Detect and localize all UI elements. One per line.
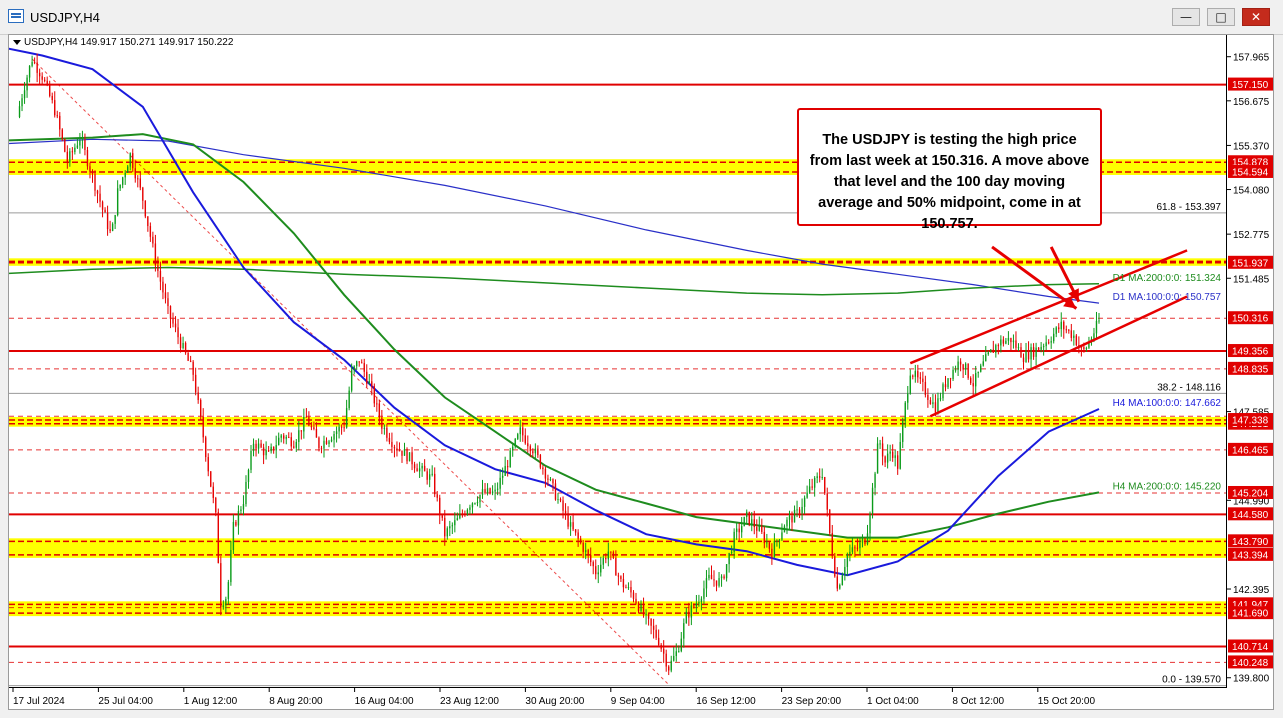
ohlc-text: USDJPY,H4 149.917 150.271 149.917 150.22… [24, 37, 234, 48]
annotation-text: The USDJPY is testing the high price fro… [809, 132, 1090, 232]
price-tag-label: 148.835 [1232, 364, 1269, 375]
price-tag-label: 140.248 [1232, 658, 1269, 669]
x-tick-label: 30 Aug 20:00 [525, 696, 584, 707]
price-tag-label: 147.338 [1232, 416, 1269, 427]
terminal-window: USDJPY,H4 — □ ✕ 61.8 - 153.397 38.2 - 148… [0, 0, 1283, 718]
y-tick-label: 155.370 [1233, 141, 1270, 152]
x-tick-label: 17 Jul 2024 [13, 696, 65, 707]
x-tick-label: 1 Oct 04:00 [867, 696, 919, 707]
price-tag-label: 143.394 [1232, 550, 1269, 561]
price-tag-label: 151.937 [1232, 258, 1269, 269]
x-tick-label: 15 Oct 20:00 [1038, 696, 1096, 707]
x-tick-label: 23 Aug 12:00 [440, 696, 499, 707]
y-tick-label: 139.800 [1233, 674, 1270, 685]
x-tick-label: 9 Sep 04:00 [611, 696, 665, 707]
price-tag-label: 145.204 [1232, 488, 1269, 499]
price-tag-label: 144.580 [1232, 510, 1269, 521]
x-tick-label: 1 Aug 12:00 [184, 696, 238, 707]
x-tick-label: 25 Jul 04:00 [98, 696, 153, 707]
window-title: USDJPY,H4 [30, 10, 100, 25]
chart-window-icon [8, 9, 24, 23]
x-tick-label: 23 Sep 20:00 [782, 696, 842, 707]
price-tag-label: 154.594 [1232, 167, 1269, 178]
maximize-button[interactable]: □ [1207, 8, 1235, 26]
y-tick-label: 156.675 [1233, 97, 1270, 108]
x-tick-label: 16 Sep 12:00 [696, 696, 756, 707]
y-tick-label: 142.395 [1233, 585, 1270, 596]
window-titlebar[interactable]: USDJPY,H4 — □ ✕ [0, 0, 1283, 35]
x-tick-label: 16 Aug 04:00 [355, 696, 414, 707]
chart-canvas[interactable]: 61.8 - 153.397 38.2 - 148.116 0.0 - 139.57… [8, 34, 1274, 710]
y-tick-label: 151.485 [1233, 274, 1270, 285]
annotation-box: The USDJPY is testing the high price fro… [797, 108, 1102, 232]
y-tick-label: 152.775 [1233, 230, 1270, 241]
y-tick-label: 154.080 [1233, 186, 1270, 197]
symbol-dropdown-icon[interactable] [13, 39, 21, 45]
price-tag-label: 143.790 [1232, 537, 1269, 548]
price-tag-label: 141.690 [1232, 609, 1269, 620]
price-tag-label: 146.465 [1232, 445, 1269, 456]
close-button[interactable]: ✕ [1242, 8, 1270, 26]
x-tick-label: 8 Oct 12:00 [952, 696, 1004, 707]
price-tag-label: 150.316 [1232, 314, 1269, 325]
price-tag-label: 149.356 [1232, 347, 1269, 358]
ohlc-readout: USDJPY,H4 149.917 150.271 149.917 150.22… [13, 37, 233, 48]
y-tick-label: 157.965 [1233, 53, 1270, 64]
price-tag-label: 140.714 [1232, 642, 1269, 653]
price-tag-label: 157.150 [1232, 80, 1269, 91]
x-tick-label: 8 Aug 20:00 [269, 696, 323, 707]
minimize-button[interactable]: — [1172, 8, 1200, 26]
